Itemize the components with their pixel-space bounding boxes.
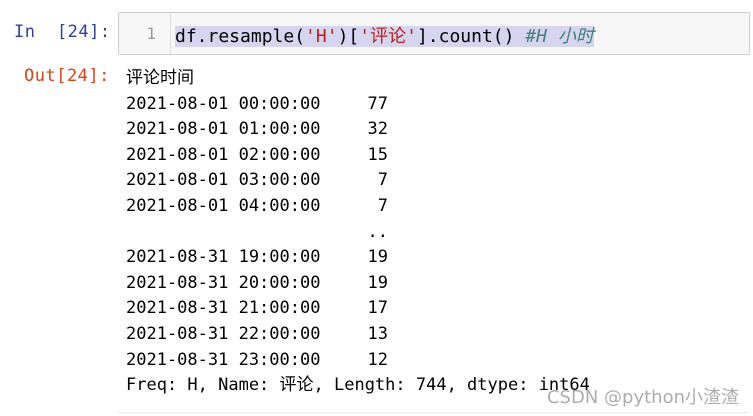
row-value: 17: [367, 298, 388, 319]
series-row: 2021-08-31 21:00:00 17: [126, 296, 590, 322]
row-value: 7: [377, 170, 388, 191]
line-number: 1: [146, 24, 156, 43]
series-row: 2021-08-31 19:00:00 19: [126, 245, 590, 271]
code-line[interactable]: df.resample('H')['评论'].count() #H 小时: [175, 22, 594, 48]
row-value: 77: [367, 93, 388, 114]
cell-divider: [118, 412, 750, 413]
row-ellipsis: ..: [367, 221, 388, 242]
code-token: ].count(): [416, 26, 526, 47]
row-index: 2021-08-31 22:00:00: [126, 323, 321, 344]
series-row: 2021-08-01 03:00:00 7: [126, 168, 590, 194]
row-index: 2021-08-31 23:00:00: [126, 349, 321, 370]
row-index: [126, 220, 326, 246]
row-value: 7: [377, 195, 388, 216]
code-comment-token: #H 小时: [525, 26, 594, 47]
series-row: 2021-08-31 20:00:00 19: [126, 271, 590, 297]
output-area: 评论时间 2021-08-01 00:00:00 77 2021-08-01 01…: [126, 66, 590, 399]
code-cell-editor[interactable]: 1 df.resample('H')['评论'].count() #H 小时: [118, 12, 750, 55]
notebook: In [24]: 1 df.resample('H')['评论'].count(…: [0, 0, 753, 416]
series-row: 2021-08-01 00:00:00 77: [126, 92, 590, 118]
code-token: df.resample(: [175, 26, 306, 47]
code-string-token: 'H': [305, 26, 338, 47]
series-row: 2021-08-31 22:00:00 13: [126, 322, 590, 348]
row-index: 2021-08-01 01:00:00: [126, 119, 321, 140]
row-value: 15: [367, 144, 388, 165]
series-row: 2021-08-31 23:00:00 12: [126, 348, 590, 374]
row-index: 2021-08-01 02:00:00: [126, 144, 321, 165]
row-index: 2021-08-31 21:00:00: [126, 298, 321, 319]
series-footer: Freq: H, Name: 评论, Length: 744, dtype: i…: [126, 375, 590, 396]
series-rows: 2021-08-01 00:00:00 77 2021-08-01 01:00:0…: [126, 92, 590, 374]
row-index: 2021-08-01 03:00:00: [126, 170, 321, 191]
row-index: 2021-08-31 19:00:00: [126, 247, 321, 268]
series-row: 2021-08-01 02:00:00 15: [126, 143, 590, 169]
row-index: 2021-08-31 20:00:00: [126, 272, 321, 293]
row-value: 12: [367, 349, 388, 370]
selected-code: df.resample('H')['评论'].count() #H 小时: [175, 26, 594, 47]
watermark: CSDN @python小渣渣: [546, 387, 739, 408]
series-ellipsis-row: ..: [126, 220, 590, 246]
row-index: 2021-08-01 04:00:00: [126, 195, 321, 216]
row-value: 19: [367, 272, 388, 293]
row-value: 19: [367, 247, 388, 268]
series-row: 2021-08-01 01:00:00 32: [126, 117, 590, 143]
row-index: 2021-08-01 00:00:00: [126, 93, 321, 114]
series-row: 2021-08-01 04:00:00 7: [126, 194, 590, 220]
row-value: 32: [367, 119, 388, 140]
line-number-gutter: 1: [119, 13, 171, 54]
output-prompt: Out[24]:: [24, 66, 110, 86]
input-prompt: In [24]:: [14, 22, 111, 42]
code-string-token: '评论': [359, 26, 417, 47]
row-value: 13: [367, 323, 388, 344]
series-index-name: 评论时间: [126, 68, 194, 88]
code-token: )[: [337, 26, 360, 47]
